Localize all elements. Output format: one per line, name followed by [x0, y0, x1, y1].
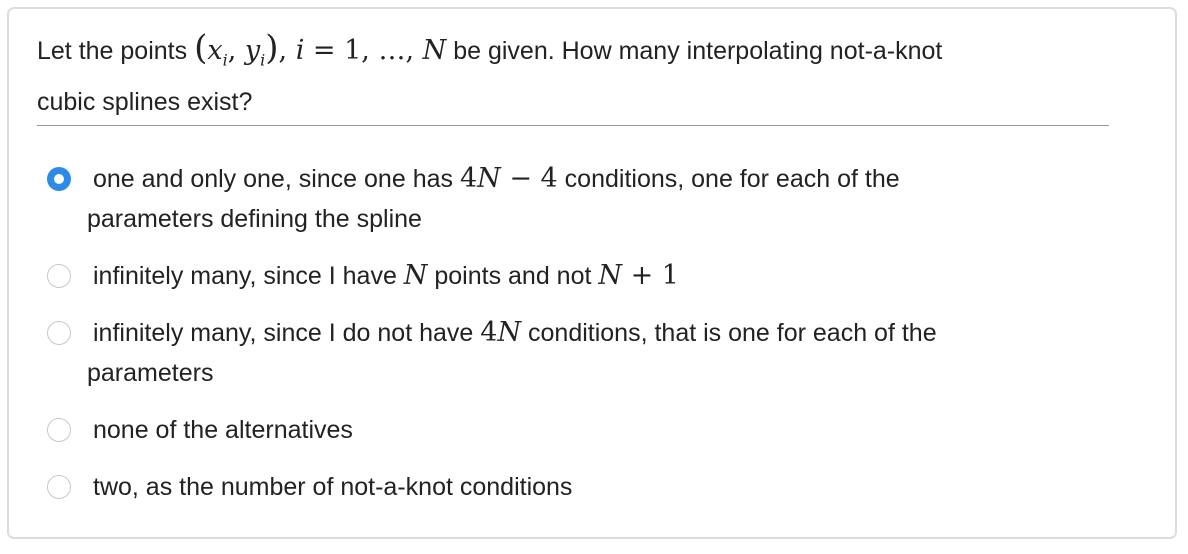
option-5[interactable]: two, as the number of not-a-knot conditi… — [47, 467, 1137, 507]
radio-button[interactable] — [47, 475, 71, 499]
option-2-math-n-plus-1: N + 1 — [598, 260, 679, 291]
radio-button[interactable] — [47, 418, 71, 442]
option-2[interactable]: infinitely many, since I have N points a… — [47, 256, 1137, 296]
radio-button[interactable] — [47, 321, 71, 345]
option-3-math: 4N — [480, 317, 522, 348]
question-math-points: (xi, yi), i = 1, …, N — [194, 28, 447, 70]
option-1-label: one and only one, since one has 4N − 4 c… — [87, 163, 900, 233]
question-suffix: be given. How many interpolating not-a-k… — [446, 37, 943, 65]
option-3[interactable]: infinitely many, since I do not have 4N … — [47, 313, 1137, 393]
option-4-label: none of the alternatives — [93, 416, 353, 444]
radio-button[interactable] — [47, 264, 71, 288]
answer-options: one and only one, since one has 4N − 4 c… — [47, 159, 1137, 507]
option-3-label: infinitely many, since I do not have 4N … — [87, 317, 937, 387]
option-1-math: 4N − 4 — [459, 163, 558, 194]
question-line2: cubic splines exist? — [37, 88, 253, 117]
option-2-label: infinitely many, since I have N points a… — [93, 260, 679, 291]
question-text: Let the points (xi, yi), i = 1, …, N be … — [37, 27, 1109, 127]
radio-button-selected[interactable] — [47, 167, 71, 191]
option-1[interactable]: one and only one, since one has 4N − 4 c… — [47, 159, 1137, 239]
option-5-label: two, as the number of not-a-knot conditi… — [93, 473, 573, 501]
option-2-math-n: N — [403, 260, 428, 291]
option-4[interactable]: none of the alternatives — [47, 410, 1137, 450]
question-prefix: Let the points — [37, 37, 188, 65]
question-card: Let the points (xi, yi), i = 1, …, N be … — [7, 7, 1177, 539]
